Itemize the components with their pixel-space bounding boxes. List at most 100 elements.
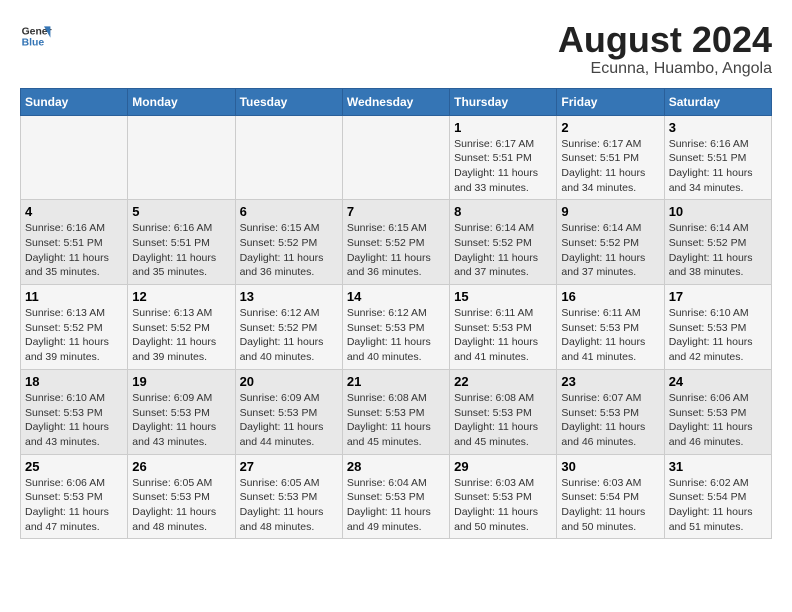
day-number: 24	[669, 374, 767, 389]
calendar-cell: 12 Sunrise: 6:13 AM Sunset: 5:52 PM Dayli…	[128, 285, 235, 370]
day-number: 5	[132, 204, 230, 219]
day-info: Sunrise: 6:17 AM Sunset: 5:51 PM Dayligh…	[561, 137, 659, 196]
day-info: Sunrise: 6:17 AM Sunset: 5:51 PM Dayligh…	[454, 137, 552, 196]
day-info: Sunrise: 6:12 AM Sunset: 5:53 PM Dayligh…	[347, 306, 445, 365]
calendar-cell: 16Sunrise: 6:11 AM Sunset: 5:53 PM Dayli…	[557, 285, 664, 370]
day-number: 10	[669, 204, 767, 219]
day-info: Sunrise: 6:04 AM Sunset: 5:53 PM Dayligh…	[347, 476, 445, 535]
calendar-cell	[128, 115, 235, 200]
calendar-cell: 27 Sunrise: 6:05 AM Sunset: 5:53 PM Dayli…	[235, 454, 342, 539]
calendar-week-row: 11 Sunrise: 6:13 AM Sunset: 5:52 PM Dayli…	[21, 285, 772, 370]
calendar-cell: 1 Sunrise: 6:17 AM Sunset: 5:51 PM Daylig…	[450, 115, 557, 200]
weekday-header-saturday: Saturday	[664, 88, 771, 115]
day-info: Sunrise: 6:05 AM Sunset: 5:53 PM Dayligh…	[132, 476, 230, 535]
day-info: Sunrise: 6:05 AM Sunset: 5:53 PM Dayligh…	[240, 476, 338, 535]
calendar-cell: 4Sunrise: 6:16 AM Sunset: 5:51 PM Daylig…	[21, 200, 128, 285]
day-number: 7	[347, 204, 445, 219]
day-info: Sunrise: 6:09 AM Sunset: 5:53 PM Dayligh…	[132, 391, 230, 450]
day-number: 28	[347, 459, 445, 474]
day-number: 27	[240, 459, 338, 474]
day-info: Sunrise: 6:09 AM Sunset: 5:53 PM Dayligh…	[240, 391, 338, 450]
calendar-cell: 19 Sunrise: 6:09 AM Sunset: 5:53 PM Dayli…	[128, 369, 235, 454]
calendar-cell: 8 Sunrise: 6:14 AM Sunset: 5:52 PM Daylig…	[450, 200, 557, 285]
calendar-cell: 14Sunrise: 6:12 AM Sunset: 5:53 PM Dayli…	[342, 285, 449, 370]
day-info: Sunrise: 6:11 AM Sunset: 5:53 PM Dayligh…	[454, 306, 552, 365]
day-number: 2	[561, 120, 659, 135]
calendar-cell	[342, 115, 449, 200]
day-info: Sunrise: 6:06 AM Sunset: 5:53 PM Dayligh…	[25, 476, 123, 535]
day-number: 4	[25, 204, 123, 219]
calendar-cell: 9Sunrise: 6:14 AM Sunset: 5:52 PM Daylig…	[557, 200, 664, 285]
day-number: 23	[561, 374, 659, 389]
weekday-header-monday: Monday	[128, 88, 235, 115]
weekday-header-thursday: Thursday	[450, 88, 557, 115]
calendar-cell: 7 Sunrise: 6:15 AM Sunset: 5:52 PM Daylig…	[342, 200, 449, 285]
day-number: 15	[454, 289, 552, 304]
weekday-header-row: SundayMondayTuesdayWednesdayThursdayFrid…	[21, 88, 772, 115]
day-info: Sunrise: 6:03 AM Sunset: 5:53 PM Dayligh…	[454, 476, 552, 535]
day-number: 8	[454, 204, 552, 219]
day-number: 30	[561, 459, 659, 474]
day-info: Sunrise: 6:14 AM Sunset: 5:52 PM Dayligh…	[561, 221, 659, 280]
day-number: 22	[454, 374, 552, 389]
calendar-week-row: 1 Sunrise: 6:17 AM Sunset: 5:51 PM Daylig…	[21, 115, 772, 200]
calendar-cell: 20 Sunrise: 6:09 AM Sunset: 5:53 PM Dayli…	[235, 369, 342, 454]
calendar-week-row: 25Sunrise: 6:06 AM Sunset: 5:53 PM Dayli…	[21, 454, 772, 539]
svg-text:Blue: Blue	[22, 38, 45, 49]
calendar-cell: 25Sunrise: 6:06 AM Sunset: 5:53 PM Dayli…	[21, 454, 128, 539]
day-number: 6	[240, 204, 338, 219]
day-info: Sunrise: 6:11 AM Sunset: 5:53 PM Dayligh…	[561, 306, 659, 365]
day-number: 17	[669, 289, 767, 304]
title-area: August 2024 Ecunna, Huambo, Angola	[558, 20, 772, 78]
location: Ecunna, Huambo, Angola	[558, 60, 772, 78]
calendar-table: SundayMondayTuesdayWednesdayThursdayFrid…	[20, 88, 772, 540]
day-number: 20	[240, 374, 338, 389]
calendar-cell: 22 Sunrise: 6:08 AM Sunset: 5:53 PM Dayli…	[450, 369, 557, 454]
calendar-cell: 29 Sunrise: 6:03 AM Sunset: 5:53 PM Dayli…	[450, 454, 557, 539]
day-number: 18	[25, 374, 123, 389]
calendar-cell: 17 Sunrise: 6:10 AM Sunset: 5:53 PM Dayli…	[664, 285, 771, 370]
calendar-cell: 23 Sunrise: 6:07 AM Sunset: 5:53 PM Dayli…	[557, 369, 664, 454]
day-info: Sunrise: 6:13 AM Sunset: 5:52 PM Dayligh…	[132, 306, 230, 365]
calendar-cell: 5Sunrise: 6:16 AM Sunset: 5:51 PM Daylig…	[128, 200, 235, 285]
weekday-header-friday: Friday	[557, 88, 664, 115]
day-info: Sunrise: 6:12 AM Sunset: 5:52 PM Dayligh…	[240, 306, 338, 365]
day-info: Sunrise: 6:14 AM Sunset: 5:52 PM Dayligh…	[454, 221, 552, 280]
day-number: 29	[454, 459, 552, 474]
calendar-cell: 26 Sunrise: 6:05 AM Sunset: 5:53 PM Dayli…	[128, 454, 235, 539]
weekday-header-wednesday: Wednesday	[342, 88, 449, 115]
day-info: Sunrise: 6:15 AM Sunset: 5:52 PM Dayligh…	[240, 221, 338, 280]
calendar-cell: 30 Sunrise: 6:03 AM Sunset: 5:54 PM Dayli…	[557, 454, 664, 539]
calendar-cell: 28 Sunrise: 6:04 AM Sunset: 5:53 PM Dayli…	[342, 454, 449, 539]
day-number: 19	[132, 374, 230, 389]
day-info: Sunrise: 6:10 AM Sunset: 5:53 PM Dayligh…	[669, 306, 767, 365]
day-number: 21	[347, 374, 445, 389]
calendar-week-row: 4Sunrise: 6:16 AM Sunset: 5:51 PM Daylig…	[21, 200, 772, 285]
calendar-week-row: 18 Sunrise: 6:10 AM Sunset: 5:53 PM Dayli…	[21, 369, 772, 454]
logo: General Blue	[20, 20, 52, 52]
calendar-cell: 11 Sunrise: 6:13 AM Sunset: 5:52 PM Dayli…	[21, 285, 128, 370]
calendar-cell: 15 Sunrise: 6:11 AM Sunset: 5:53 PM Dayli…	[450, 285, 557, 370]
calendar-cell	[21, 115, 128, 200]
calendar-cell: 13Sunrise: 6:12 AM Sunset: 5:52 PM Dayli…	[235, 285, 342, 370]
day-info: Sunrise: 6:13 AM Sunset: 5:52 PM Dayligh…	[25, 306, 123, 365]
calendar-cell: 31Sunrise: 6:02 AM Sunset: 5:54 PM Dayli…	[664, 454, 771, 539]
calendar-cell: 2 Sunrise: 6:17 AM Sunset: 5:51 PM Daylig…	[557, 115, 664, 200]
calendar-cell: 10Sunrise: 6:14 AM Sunset: 5:52 PM Dayli…	[664, 200, 771, 285]
day-info: Sunrise: 6:03 AM Sunset: 5:54 PM Dayligh…	[561, 476, 659, 535]
day-info: Sunrise: 6:07 AM Sunset: 5:53 PM Dayligh…	[561, 391, 659, 450]
day-number: 11	[25, 289, 123, 304]
day-info: Sunrise: 6:08 AM Sunset: 5:53 PM Dayligh…	[454, 391, 552, 450]
day-info: Sunrise: 6:02 AM Sunset: 5:54 PM Dayligh…	[669, 476, 767, 535]
day-info: Sunrise: 6:15 AM Sunset: 5:52 PM Dayligh…	[347, 221, 445, 280]
day-number: 12	[132, 289, 230, 304]
calendar-cell: 3Sunrise: 6:16 AM Sunset: 5:51 PM Daylig…	[664, 115, 771, 200]
day-number: 1	[454, 120, 552, 135]
day-number: 26	[132, 459, 230, 474]
month-year: August 2024	[558, 20, 772, 60]
day-info: Sunrise: 6:16 AM Sunset: 5:51 PM Dayligh…	[669, 137, 767, 196]
logo-icon: General Blue	[20, 20, 52, 52]
day-info: Sunrise: 6:10 AM Sunset: 5:53 PM Dayligh…	[25, 391, 123, 450]
header: General Blue August 2024 Ecunna, Huambo,…	[20, 20, 772, 78]
day-info: Sunrise: 6:06 AM Sunset: 5:53 PM Dayligh…	[669, 391, 767, 450]
